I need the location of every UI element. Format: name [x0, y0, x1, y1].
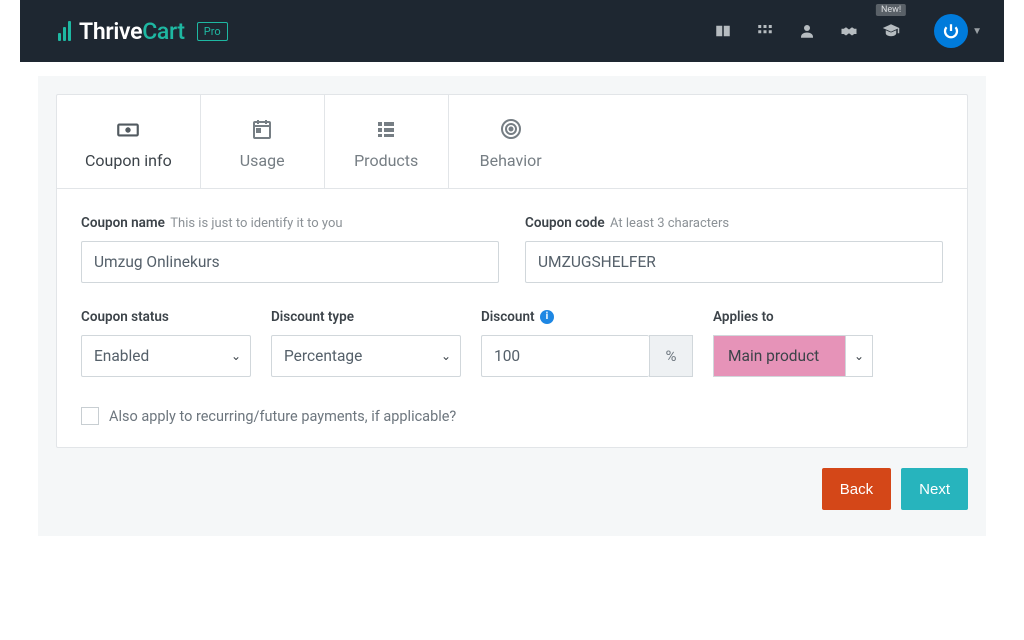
- power-button[interactable]: [934, 14, 968, 48]
- brand: ThriveCart Pro: [58, 18, 228, 45]
- new-badge: New!: [876, 4, 906, 16]
- discount-input[interactable]: [481, 335, 649, 377]
- field-applies: Applies to Main product ⌄: [713, 309, 873, 377]
- coupon-name-input[interactable]: [81, 241, 499, 283]
- status-label: Coupon status: [81, 309, 251, 325]
- field-coupon-code: Coupon code At least 3 characters: [525, 215, 943, 283]
- tab-label: Coupon info: [85, 151, 172, 170]
- brand-name-1: Thrive: [79, 18, 142, 45]
- tab-row: Coupon info Usage Products: [57, 95, 967, 189]
- info-icon[interactable]: i: [540, 310, 554, 324]
- content: Coupon info Usage Products: [38, 76, 986, 536]
- brand-name-2: Cart: [142, 18, 185, 45]
- type-label: Discount type: [271, 309, 461, 325]
- applies-select[interactable]: Main product ⌄: [713, 335, 873, 377]
- coupon-name-label: Coupon name This is just to identify it …: [81, 215, 499, 231]
- grid-icon[interactable]: [756, 22, 774, 40]
- handshake-icon[interactable]: [840, 22, 858, 40]
- pro-badge: Pro: [197, 22, 228, 41]
- form-body: Coupon name This is just to identify it …: [57, 189, 967, 447]
- brand-logo-icon: [58, 21, 71, 41]
- status-select[interactable]: Enabled: [81, 335, 251, 377]
- recurring-label: Also apply to recurring/future payments,…: [109, 408, 456, 425]
- target-icon: [477, 117, 545, 141]
- coupon-card: Coupon info Usage Products: [56, 94, 968, 448]
- topbar: ThriveCart Pro New!: [20, 0, 1004, 62]
- tab-label: Usage: [229, 151, 296, 170]
- tab-behavior[interactable]: Behavior: [449, 95, 573, 188]
- tab-products[interactable]: Products: [325, 95, 449, 188]
- back-button[interactable]: Back: [822, 468, 891, 510]
- chevron-down-icon[interactable]: ▼: [972, 26, 982, 37]
- discount-label: Discount i: [481, 309, 693, 325]
- graduation-icon[interactable]: New!: [882, 22, 900, 40]
- field-status: Coupon status Enabled ⌄: [81, 309, 251, 377]
- footer-buttons: Back Next: [56, 468, 968, 510]
- ticket-icon: [85, 117, 172, 141]
- calendar-icon: [229, 117, 296, 141]
- applies-value: Main product: [713, 335, 845, 377]
- brand-text: ThriveCart: [79, 18, 185, 45]
- type-select[interactable]: Percentage: [271, 335, 461, 377]
- recurring-checkbox-row[interactable]: Also apply to recurring/future payments,…: [81, 407, 943, 425]
- coupon-code-input[interactable]: [525, 241, 943, 283]
- applies-label: Applies to: [713, 309, 873, 325]
- user-icon[interactable]: [798, 22, 816, 40]
- layout-columns-icon[interactable]: [714, 22, 732, 40]
- tab-coupon-info[interactable]: Coupon info: [57, 95, 201, 188]
- coupon-code-label: Coupon code At least 3 characters: [525, 215, 943, 231]
- field-type: Discount type Percentage ⌄: [271, 309, 461, 377]
- checkbox-icon[interactable]: [81, 407, 99, 425]
- chevron-down-icon: ⌄: [845, 335, 873, 377]
- tab-label: Products: [353, 151, 420, 170]
- field-discount: Discount i %: [481, 309, 693, 377]
- list-icon: [353, 117, 420, 141]
- tab-label: Behavior: [477, 151, 545, 170]
- field-coupon-name: Coupon name This is just to identify it …: [81, 215, 499, 283]
- next-button[interactable]: Next: [901, 468, 968, 510]
- nav-icons: New! ▼: [714, 14, 982, 48]
- percent-addon: %: [649, 335, 693, 377]
- tab-usage[interactable]: Usage: [201, 95, 325, 188]
